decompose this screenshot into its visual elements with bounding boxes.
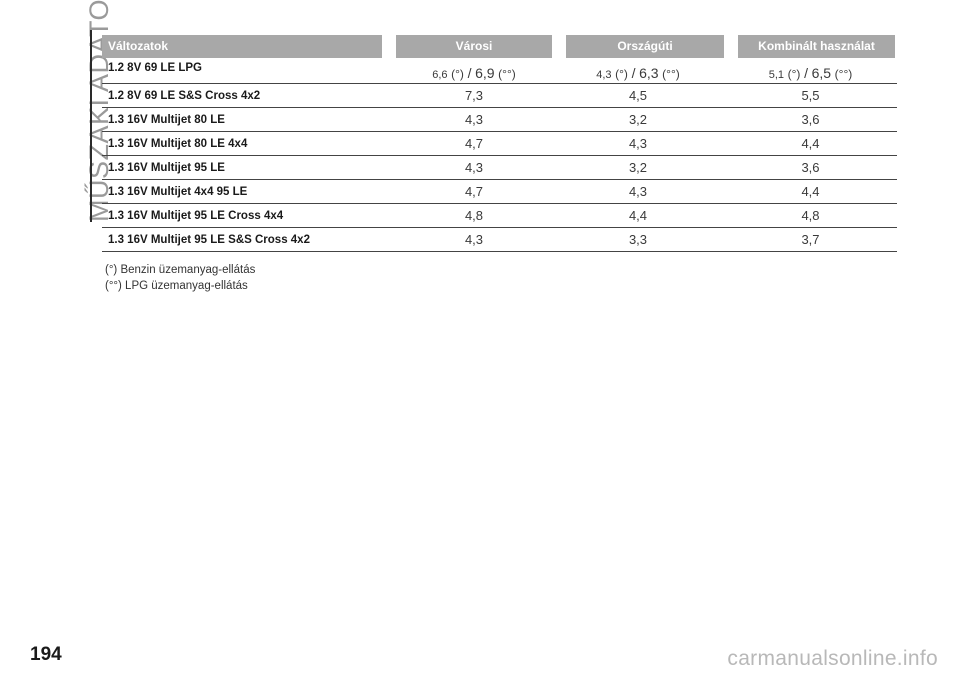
chapter-divider bbox=[90, 30, 92, 222]
row-version-name: 1.2 8V 69 LE LPG bbox=[108, 62, 202, 74]
header-gap bbox=[552, 35, 566, 58]
table-row: 1.3 16V Multijet 95 LE S&S Cross 4x2 4,3… bbox=[102, 228, 897, 252]
row-city-value: 4,8 bbox=[464, 208, 484, 223]
watermark-text: carmanualsonline.info bbox=[727, 647, 938, 670]
row-version-name: 1.3 16V Multijet 4x4 95 LE bbox=[108, 185, 248, 198]
row-road-value: 4,3 bbox=[628, 136, 648, 151]
row-combined-value: 3,6 bbox=[801, 112, 820, 127]
footnote-lpg: (°°) LPG üzemanyag-ellátás bbox=[105, 280, 248, 292]
row-combined-value: 5,5 bbox=[801, 88, 820, 103]
row-road-value: 3,2 bbox=[628, 112, 648, 127]
row-combined-value: 3,6 bbox=[801, 160, 820, 175]
row-version-name: 1.3 16V Multijet 95 LE bbox=[108, 161, 225, 174]
footnote-petrol: (°) Benzin üzemanyag-ellátás bbox=[105, 264, 256, 276]
row-version-name: 1.3 16V Multijet 95 LE Cross 4x4 bbox=[108, 209, 284, 222]
row-city-value: 4,3 bbox=[464, 232, 484, 247]
table-row: 1.3 16V Multijet 95 LE 4,3 3,2 3,6 bbox=[102, 156, 897, 180]
table-row: 1.3 16V Multijet 80 LE 4x4 4,7 4,3 4,4 bbox=[102, 132, 897, 156]
row-road-value: 4,5 bbox=[628, 88, 648, 103]
row-road-value: 4,3 bbox=[628, 184, 648, 199]
petrol-mark: (°) bbox=[787, 67, 801, 81]
row-combined-value: 4,4 bbox=[801, 184, 820, 199]
fuel-consumption-table: Változatok Városi Országúti Kombinált ha… bbox=[102, 35, 897, 252]
header-gap bbox=[724, 35, 738, 58]
lpg-mark: (°°) bbox=[498, 67, 516, 81]
value-separator: / bbox=[631, 65, 636, 81]
header-gap bbox=[382, 35, 396, 58]
row-version-name: 1.3 16V Multijet 95 LE S&S Cross 4x2 bbox=[108, 233, 310, 246]
table-row: 1.3 16V Multijet 4x4 95 LE 4,7 4,3 4,4 bbox=[102, 180, 897, 204]
row-version-name: 1.3 16V Multijet 80 LE 4x4 bbox=[108, 137, 248, 150]
petrol-mark: (°) bbox=[451, 67, 464, 81]
row-city-value: 4,7 bbox=[464, 184, 484, 199]
row-city-value: 7,3 bbox=[464, 88, 484, 103]
table-footnotes: (°) Benzin üzemanyag-ellátás (°°) LPG üz… bbox=[105, 262, 255, 294]
table-row: 1.2 8V 69 LE LPG 6,6 (°) / 6,9 (°°) 4,3 … bbox=[102, 58, 897, 84]
row-city-value: 4,3 bbox=[464, 112, 484, 127]
row-city-value: 4,3 bbox=[464, 160, 484, 175]
row-combined-value: 3,7 bbox=[801, 232, 820, 247]
row-combined-value: 5,1 (°) / 6,5 (°°) bbox=[724, 58, 897, 81]
header-combined: Kombinált használat bbox=[738, 35, 895, 58]
row-road-value: 3,3 bbox=[628, 232, 648, 247]
petrol-value: 5,1 bbox=[768, 69, 785, 81]
row-combined-value: 4,4 bbox=[801, 136, 820, 151]
table-row: 1.3 16V Multijet 80 LE 4,3 3,2 3,6 bbox=[102, 108, 897, 132]
header-versions: Változatok bbox=[102, 35, 382, 58]
lpg-mark: (°°) bbox=[834, 67, 853, 81]
lpg-value: 6,9 bbox=[475, 65, 495, 81]
header-road: Országúti bbox=[566, 35, 724, 58]
row-version-name: 1.3 16V Multijet 80 LE bbox=[108, 113, 225, 126]
table-row: 1.2 8V 69 LE S&S Cross 4x2 7,3 4,5 5,5 bbox=[102, 84, 897, 108]
row-road-value: 4,4 bbox=[628, 208, 648, 223]
lpg-value: 6,5 bbox=[811, 65, 832, 81]
row-road-value: 4,3 (°) / 6,3 (°°) bbox=[552, 58, 724, 81]
row-city-value: 4,7 bbox=[464, 136, 484, 151]
petrol-value: 4,3 bbox=[596, 69, 612, 81]
page-number: 194 bbox=[30, 644, 62, 665]
row-road-value: 3,2 bbox=[628, 160, 648, 175]
header-city: Városi bbox=[396, 35, 552, 58]
table-row: 1.3 16V Multijet 95 LE Cross 4x4 4,8 4,4… bbox=[102, 204, 897, 228]
row-version-name: 1.2 8V 69 LE S&S Cross 4x2 bbox=[108, 89, 261, 102]
petrol-value: 6,6 bbox=[432, 69, 448, 81]
value-separator: / bbox=[804, 65, 808, 81]
petrol-mark: (°) bbox=[615, 67, 628, 81]
chapter-title-container: MŰSZAKI ADATOK bbox=[54, 0, 114, 222]
value-separator: / bbox=[467, 65, 472, 81]
row-combined-value: 4,8 bbox=[801, 208, 820, 223]
table-header-row: Változatok Városi Országúti Kombinált ha… bbox=[102, 35, 897, 58]
lpg-mark: (°°) bbox=[662, 67, 680, 81]
lpg-value: 6,3 bbox=[639, 65, 659, 81]
row-city-value: 6,6 (°) / 6,9 (°°) bbox=[396, 58, 552, 81]
